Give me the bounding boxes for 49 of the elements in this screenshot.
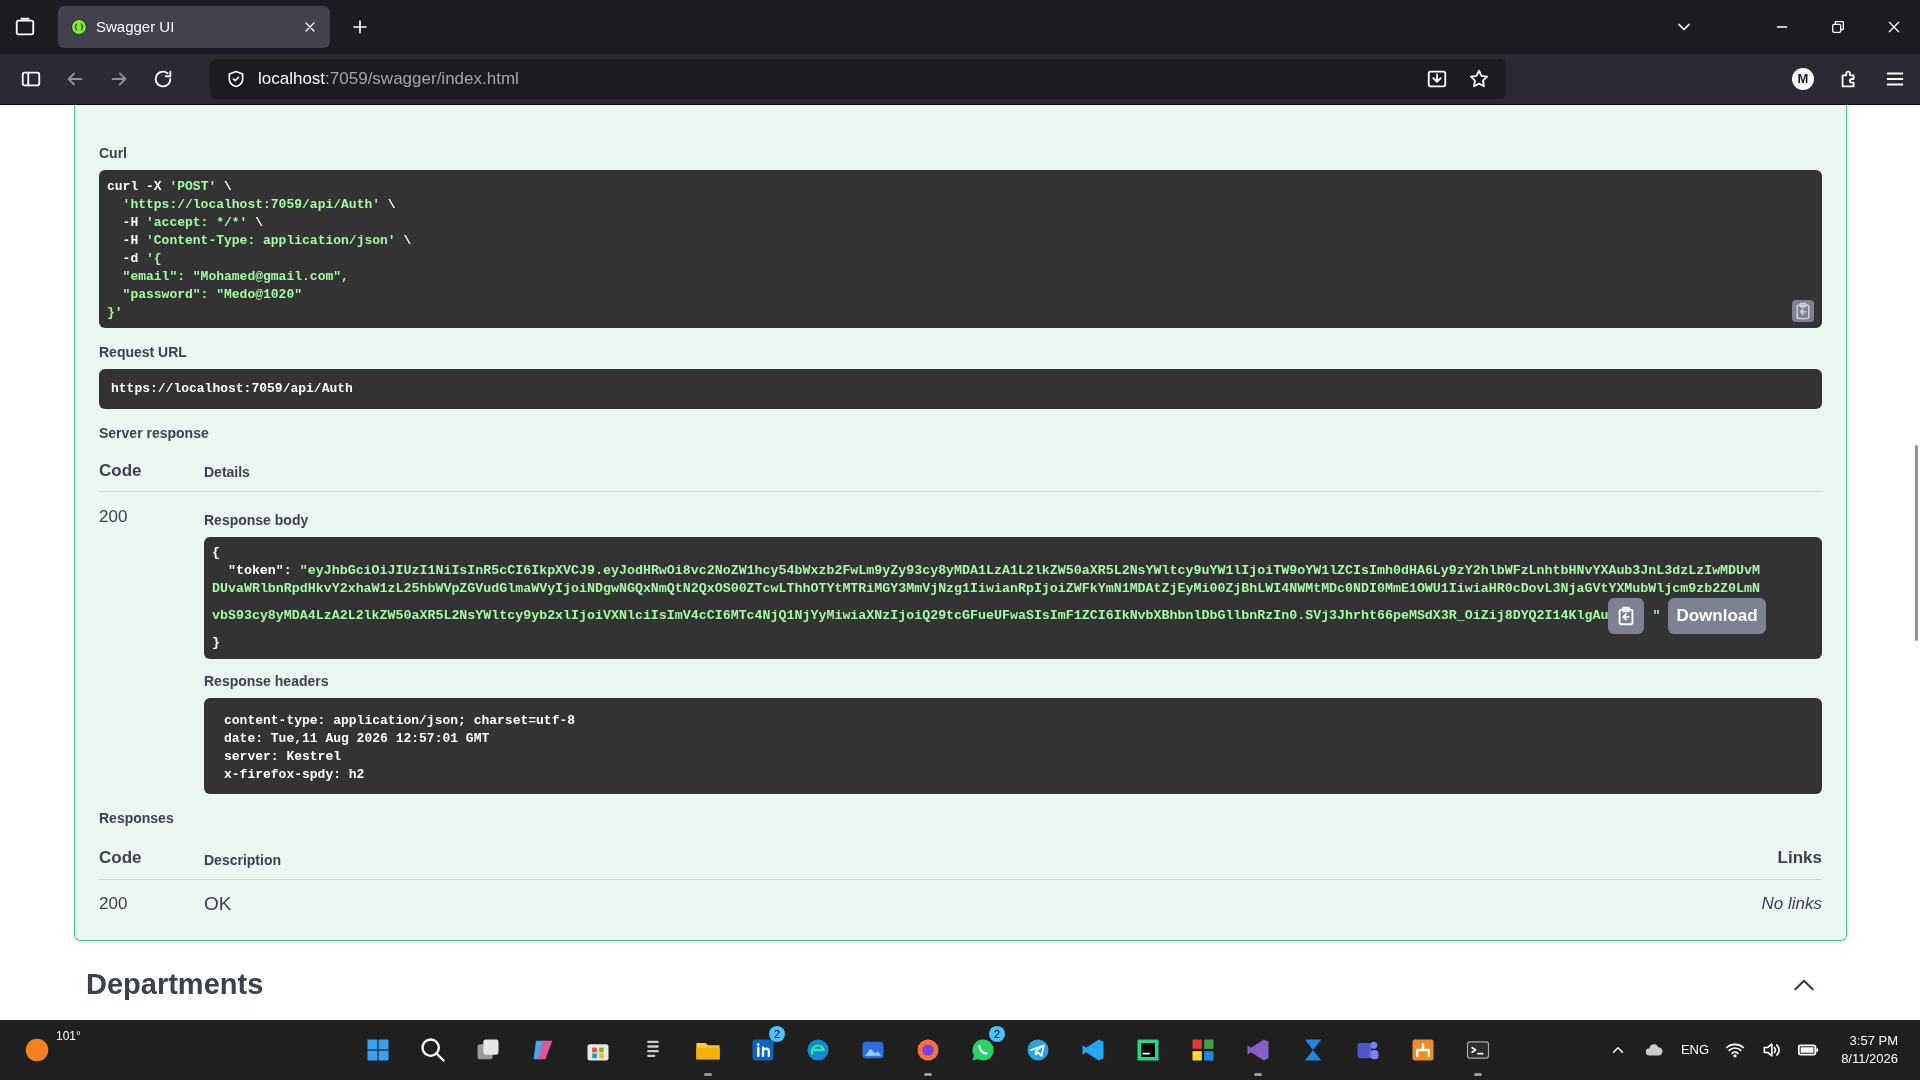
clock[interactable]: 3:57 PM 8/11/2026 [1841, 1032, 1898, 1068]
star-icon[interactable] [1468, 68, 1490, 90]
language-indicator: ENG [1680, 1041, 1710, 1060]
header-line: date: Tue,11 Aug 2026 12:57:01 GMT [224, 730, 491, 748]
speaker-icon[interactable] [1761, 1040, 1782, 1060]
links-text: No links [1761, 893, 1822, 915]
code-line: } [212, 634, 221, 652]
notification-badge: 2 [769, 1026, 785, 1042]
code-line: "token": "eyJhbGciOiJIUzI1NiIsInR5cCI6IkpXVCJ9.eyJodHRwOi8vc2NoZW1hcy54bWxzb2FwLm9yZy93cy8yMDA1LzA1L2lkZW50aXR5L2NsYWltcy9uYW1lIjoiTW9oYW1lZCIsImh0dHA6Ly9zY2hlbWFzLnhtbHNvYXAub3JnL3dzLzIwMDUvM [226, 562, 1762, 580]
address-bar[interactable]: localhost:7059/swagger/index.html [210, 59, 1506, 99]
section-label: Response headers [204, 672, 330, 691]
account-avatar[interactable]: M [1792, 68, 1814, 90]
section-label: Responses [99, 809, 175, 828]
header-line: content-type: application/json; charset=utf-8 [224, 712, 577, 730]
weather-temperature: 101° [56, 1028, 81, 1045]
reload-icon[interactable] [152, 68, 174, 90]
download-button[interactable]: Download [1668, 598, 1766, 634]
browser-tab[interactable]: Swagger UI [58, 6, 330, 48]
copy-button[interactable] [1608, 598, 1645, 634]
section-label: Response body [204, 511, 310, 530]
swagger-logo-icon [70, 18, 88, 36]
header-line: x-firefox-spdy: h2 [224, 766, 366, 784]
column-header: Code [99, 459, 143, 482]
section-label: Request URL [99, 343, 188, 362]
download-icon[interactable] [1426, 68, 1448, 90]
header-line: server: Kestrel [224, 748, 343, 766]
column-header: Description [204, 850, 282, 870]
url-text: localhost:7059/swagger/index.html [258, 68, 520, 91]
shield-icon [226, 69, 246, 89]
response-description: OK [204, 891, 233, 916]
code-line: { [212, 544, 221, 562]
close-icon[interactable] [1886, 19, 1902, 35]
column-header: Links [1777, 847, 1822, 869]
notification-badge: 2 [989, 1026, 1005, 1042]
section-title: Departments [86, 967, 264, 1002]
column-header: Details [204, 463, 250, 482]
status-code: 200 [99, 506, 129, 528]
copy-icon[interactable] [1792, 300, 1814, 322]
code-line: vbS93cy8yMDA4LzA2L2lkZW50aXR5L2NsYWltcy9yb2xlIjoiVXNlciIsImV4cCI6MTc4NjQ1NjYyMiwiaXNzIjoiQ29tcGFueUFwaSIsImF1ZCI6IkNvbXBhbnlDbGllbnRzIn0.SVj3Jhrht66peMSdX3R_OiZij8DYQ2I14KlgAu " Download [212, 598, 1814, 634]
code-line: DUvaWRlbnRpdHkvY2xhaW1zL25hbWVpZGVudGlmaWVyIjoiNDgwNGQxNmQtN2QxOS00ZTcwLThhOTYtMTRiMGY3MmVjNzg1IiwianRpIjoiZWFkYmN1MDAtZjEyMi00ZjBhLWI4NWMtMDc0NDI0MmE1OWU1IiwiaHR0cDovL3NjaGVtYXMubWljcm9zb2Z0LmN [212, 580, 1761, 598]
request-url-text: https://localhost:7059/api/Auth [99, 369, 1822, 409]
tab-list-icon[interactable] [14, 16, 36, 38]
status-code: 200 [99, 893, 129, 915]
section-label: Curl [99, 144, 128, 163]
section-label: Server response [99, 423, 210, 443]
restore-icon[interactable] [1830, 19, 1846, 35]
code-block: curl -X 'POST' \ 'https://localhost:7059/api/Auth' \ -H 'accept: */*' \ -H 'Content-Type: application/json' \ -d '{ "email": "Mohamed@gmail.com", "password": "Medo@1020" }' [99, 170, 1822, 328]
search-icon [419, 1036, 447, 1064]
column-header: Code [99, 847, 143, 869]
